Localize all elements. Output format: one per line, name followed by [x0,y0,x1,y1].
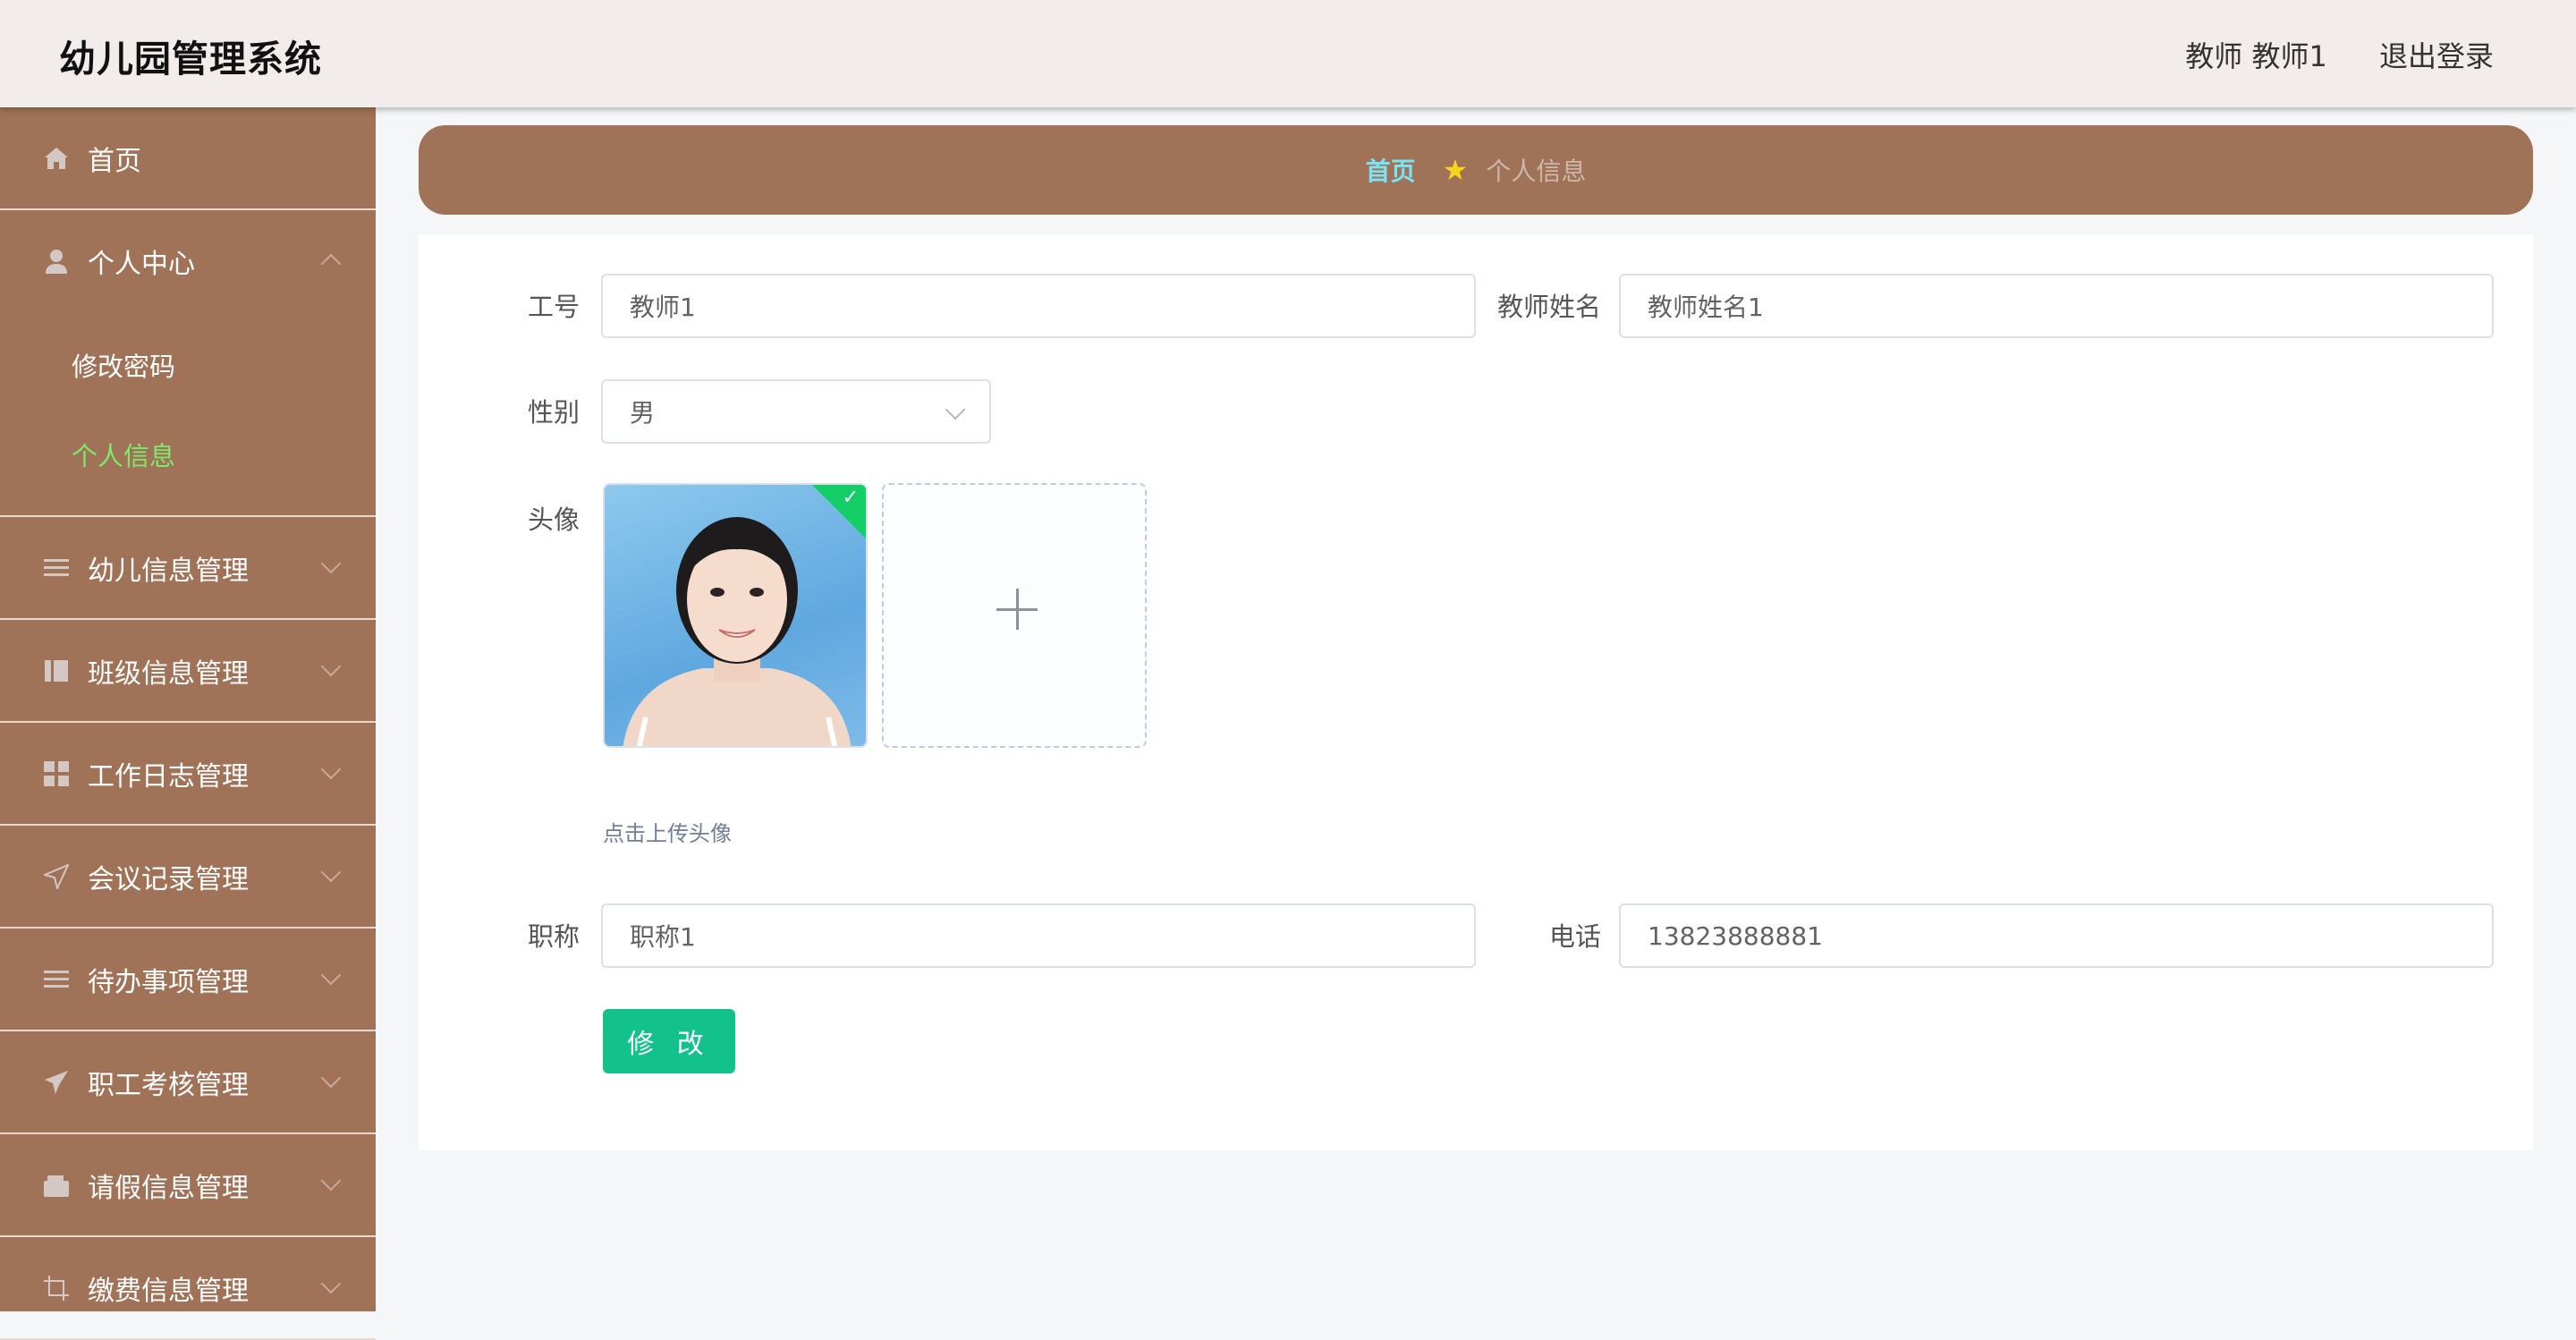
current-user: 教师 教师1 [2185,39,2327,73]
sidebar-item-label: 幼儿信息管理 [88,555,249,587]
sidebar-item-payment-info[interactable]: 缴费信息管理 [0,1237,376,1340]
sidebar-item-class-info[interactable]: 班级信息管理 [0,620,376,723]
employee-no-field[interactable]: 教师1 [601,274,1476,338]
sidebar-item-personal-info[interactable]: 个人信息 [0,410,376,499]
sidebar-item-label: 待办事项管理 [88,966,249,998]
header-user-area: 教师 教师1 退出登录 [2185,34,2494,75]
phone-field[interactable]: 13823888881 [1619,903,2494,968]
personal-info-form: 工号 教师1 教师姓名 教师姓名1 性别 男 头像 ✓ 点击上传头像 职称 职称… [419,234,2533,1150]
breadcrumb-current: 个人信息 [1486,157,1587,186]
gender-select[interactable]: 男 [601,379,991,444]
crop-icon [43,1275,70,1302]
phone-label: 电话 [1548,921,1601,952]
sidebar-item-label: 工作日志管理 [88,760,249,793]
sidebar: 首页 个人中心 修改密码 个人信息 幼儿信息管理 班级信息管理 工作日志管理 会… [0,107,376,1340]
sidebar-item-child-info[interactable]: 幼儿信息管理 [0,517,376,620]
plane-icon [43,1069,70,1096]
chevron-down-icon [320,1067,342,1089]
send-icon [43,863,70,890]
sidebar-item-meeting-records[interactable]: 会议记录管理 [0,826,376,929]
user-icon [43,248,70,275]
chevron-down-icon [945,399,966,420]
teacher-name-label: 教师姓名 [1496,292,1601,322]
book-icon [43,657,70,684]
sidebar-item-leave-info[interactable]: 请假信息管理 [0,1134,376,1237]
personal-center-submenu: 修改密码 个人信息 [0,311,376,517]
breadcrumb: 首页 ★ 个人信息 [419,125,2533,215]
chevron-down-icon [320,759,342,780]
sidebar-item-work-log[interactable]: 工作日志管理 [0,723,376,826]
teacher-name-field[interactable]: 教师姓名1 [1619,274,2494,338]
gender-label: 性别 [527,397,580,428]
list-icon [43,555,70,581]
star-icon: ★ [1442,153,1469,187]
sidebar-item-label: 会议记录管理 [88,863,249,895]
home-icon [43,145,70,172]
avatar-upload-tip: 点击上传头像 [603,821,732,846]
title-label: 职称 [527,921,580,952]
avatar-image[interactable]: ✓ [603,483,868,748]
chevron-down-icon [320,964,342,986]
gender-select-value: 男 [630,398,656,428]
list-icon [43,966,70,993]
submit-button[interactable]: 修 改 [603,1009,735,1073]
logout-button[interactable]: 退出登录 [2379,39,2494,73]
chevron-down-icon [320,1170,342,1192]
breadcrumb-home[interactable]: 首页 [1366,152,1416,188]
sidebar-item-home[interactable]: 首页 [0,107,376,210]
chevron-down-icon [320,861,342,883]
avatar-label: 头像 [527,505,580,535]
app-title: 幼儿园管理系统 [59,38,322,81]
sidebar-item-label: 班级信息管理 [88,657,249,690]
sidebar-item-label: 缴费信息管理 [88,1275,249,1307]
employee-no-label: 工号 [527,292,580,322]
chevron-up-icon [320,253,342,275]
sidebar-item-label: 个人中心 [88,248,195,280]
sidebar-item-todo[interactable]: 待办事项管理 [0,929,376,1031]
check-icon: ✓ [842,487,859,509]
wallet-icon [43,1172,70,1199]
title-field[interactable]: 职称1 [601,903,1476,968]
avatar-upload-button[interactable] [882,483,1147,748]
sidebar-item-label: 请假信息管理 [88,1172,249,1204]
top-header: 幼儿园管理系统 教师 教师1 退出登录 [0,0,2576,107]
grid-icon [43,760,70,787]
sidebar-item-label: 首页 [88,145,141,177]
plus-icon-vertical [1016,589,1019,630]
sidebar-item-change-password[interactable]: 修改密码 [0,320,376,410]
sidebar-item-staff-assessment[interactable]: 职工考核管理 [0,1031,376,1134]
sidebar-item-label: 职工考核管理 [88,1069,249,1101]
chevron-down-icon [320,656,342,677]
chevron-down-icon [320,553,342,574]
chevron-down-icon [320,1273,342,1294]
sidebar-item-personal-center[interactable]: 个人中心 [0,210,376,311]
